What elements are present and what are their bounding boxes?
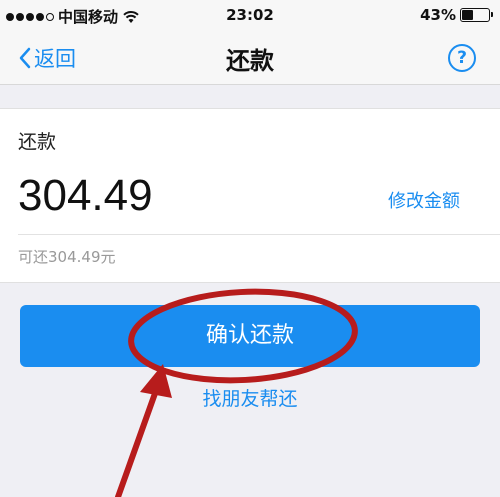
status-bar: 中国移动 23:02 43%	[0, 0, 500, 30]
nav-bar: 返回 还款 ?	[0, 30, 500, 85]
help-icon[interactable]: ?	[448, 44, 476, 72]
repay-card: 还款 304.49 修改金额 可还304.49元	[0, 108, 500, 283]
modify-amount-link[interactable]: 修改金额	[388, 187, 460, 213]
page-title: 还款	[226, 47, 274, 75]
battery-percent: 43%	[420, 6, 456, 24]
repay-label: 还款	[18, 131, 57, 153]
confirm-repay-button[interactable]: 确认还款	[20, 305, 480, 367]
battery-fill	[462, 10, 473, 20]
available-amount: 可还304.49元	[18, 248, 116, 266]
status-right: 43%	[420, 6, 493, 24]
divider	[18, 234, 500, 235]
battery-icon	[460, 8, 493, 22]
repay-amount: 304.49	[18, 171, 153, 220]
ask-friend-link[interactable]: 找朋友帮还	[0, 384, 500, 411]
